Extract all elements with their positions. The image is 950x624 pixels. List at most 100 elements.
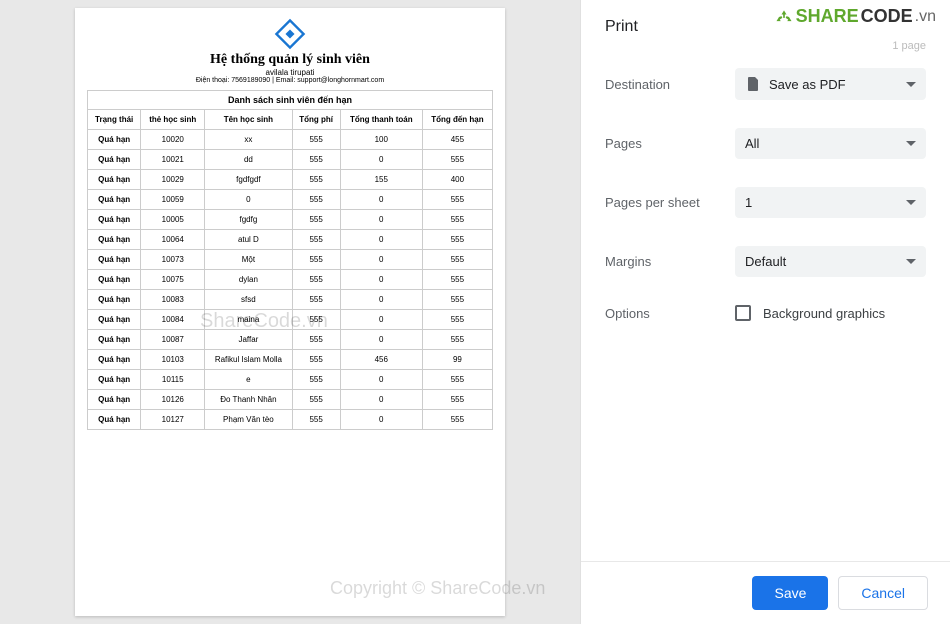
save-button[interactable]: Save [752,576,828,610]
table-cell: 555 [422,230,492,250]
table-cell: 555 [292,370,340,390]
table-cell: 555 [422,290,492,310]
column-header: Tổng đến hạn [422,110,492,130]
table-cell: 0 [340,270,422,290]
table-cell: Quá hạn [88,130,141,150]
table-cell: maina [205,310,292,330]
table-cell: 10020 [141,130,205,150]
table-row: Quá hạn10127Phạm Văn tèo5550555 [88,410,493,430]
table-cell: 10059 [141,190,205,210]
caret-down-icon [906,82,916,87]
table-cell: Quá hạn [88,330,141,350]
table-cell: dd [205,150,292,170]
table-row: Quá hạn10126Đo Thanh Nhân5550555 [88,390,493,410]
pages-per-sheet-label: Pages per sheet [605,195,735,210]
table-cell: 0 [340,210,422,230]
table-cell: 10073 [141,250,205,270]
pages-value: All [745,136,759,151]
table-cell: 555 [292,350,340,370]
table-cell: 10075 [141,270,205,290]
table-row: Quá hạn10029fgdfgdf555155400 [88,170,493,190]
recycle-icon [774,7,794,27]
column-header: Tổng thanh toán [340,110,422,130]
table-cell: 10126 [141,390,205,410]
table-cell: 555 [292,410,340,430]
pdf-icon [745,76,761,92]
table-row: Quá hạn10103Rafikul Islam Molla55545699 [88,350,493,370]
table-cell: 555 [292,390,340,410]
table-cell: Jaffar [205,330,292,350]
destination-select[interactable]: Save as PDF [735,68,926,100]
cancel-button[interactable]: Cancel [838,576,928,610]
table-row: Quá hạn10075dylan5550555 [88,270,493,290]
caret-down-icon [906,141,916,146]
table-cell: Quá hạn [88,350,141,370]
table-cell: 0 [340,150,422,170]
table-cell: Đo Thanh Nhân [205,390,292,410]
table-cell: 100 [340,130,422,150]
caret-down-icon [906,200,916,205]
page-count-text: 1 page [892,40,926,52]
table-cell: 0 [340,230,422,250]
table-cell: 555 [292,130,340,150]
table-cell: 10115 [141,370,205,390]
table-cell: 0 [340,190,422,210]
caret-down-icon [906,259,916,264]
table-cell: 10064 [141,230,205,250]
table-row: Quá hạn10087Jaffar5550555 [88,330,493,350]
background-graphics-checkbox[interactable] [735,305,751,321]
table-cell: 400 [422,170,492,190]
column-header: thẻ học sinh [141,110,205,130]
margins-select[interactable]: Default [735,246,926,277]
table-cell: 0 [340,370,422,390]
column-header: Tổng phí [292,110,340,130]
table-cell: 0 [340,330,422,350]
table-cell: sfsd [205,290,292,310]
table-cell: Quá hạn [88,290,141,310]
table-cell: Quá hạn [88,170,141,190]
print-preview-area: Hệ thống quản lý sinh viên avilala tirup… [0,0,580,624]
document-title: Hệ thống quản lý sinh viên [87,52,493,68]
table-cell: 555 [292,250,340,270]
table-cell: 555 [422,210,492,230]
table-cell: e [205,370,292,390]
table-cell: 10127 [141,410,205,430]
table-cell: 10005 [141,210,205,230]
table-cell: 555 [292,290,340,310]
table-cell: fgdfgdf [205,170,292,190]
table-cell: 555 [292,310,340,330]
table-cell: Quá hạn [88,150,141,170]
options-label: Options [605,306,735,321]
table-cell: Một [205,250,292,270]
table-cell: 555 [422,330,492,350]
table-row: Quá hạn10020xx555100455 [88,130,493,150]
column-header: Tên học sinh [205,110,292,130]
destination-value: Save as PDF [769,77,846,92]
table-cell: 10084 [141,310,205,330]
destination-label: Destination [605,77,735,92]
app-logo-icon [274,18,306,50]
table-cell: Quá hạn [88,210,141,230]
pages-per-sheet-select[interactable]: 1 [735,187,926,218]
pages-label: Pages [605,136,735,151]
table-row: Quá hạn1005905550555 [88,190,493,210]
pages-per-sheet-value: 1 [745,195,752,210]
table-cell: Quá hạn [88,410,141,430]
table-row: Quá hạn10084maina5550555 [88,310,493,330]
print-settings-panel: Print 1 page Destination Save as PDF Pag… [580,0,950,624]
table-row: Quá hạn10064atul D5550555 [88,230,493,250]
margins-label: Margins [605,254,735,269]
table-cell: Quá hạn [88,390,141,410]
table-cell: 555 [292,150,340,170]
table-cell: 555 [422,370,492,390]
table-row: Quá hạn10005fgdfg5550555 [88,210,493,230]
table-cell: 555 [422,150,492,170]
table-cell: 555 [422,250,492,270]
table-cell: 555 [422,270,492,290]
table-row: Quá hạn10083sfsd5550555 [88,290,493,310]
table-cell: 555 [292,230,340,250]
table-cell: Quá hạn [88,370,141,390]
pages-select[interactable]: All [735,128,926,159]
table-cell: 555 [292,330,340,350]
margins-value: Default [745,254,786,269]
